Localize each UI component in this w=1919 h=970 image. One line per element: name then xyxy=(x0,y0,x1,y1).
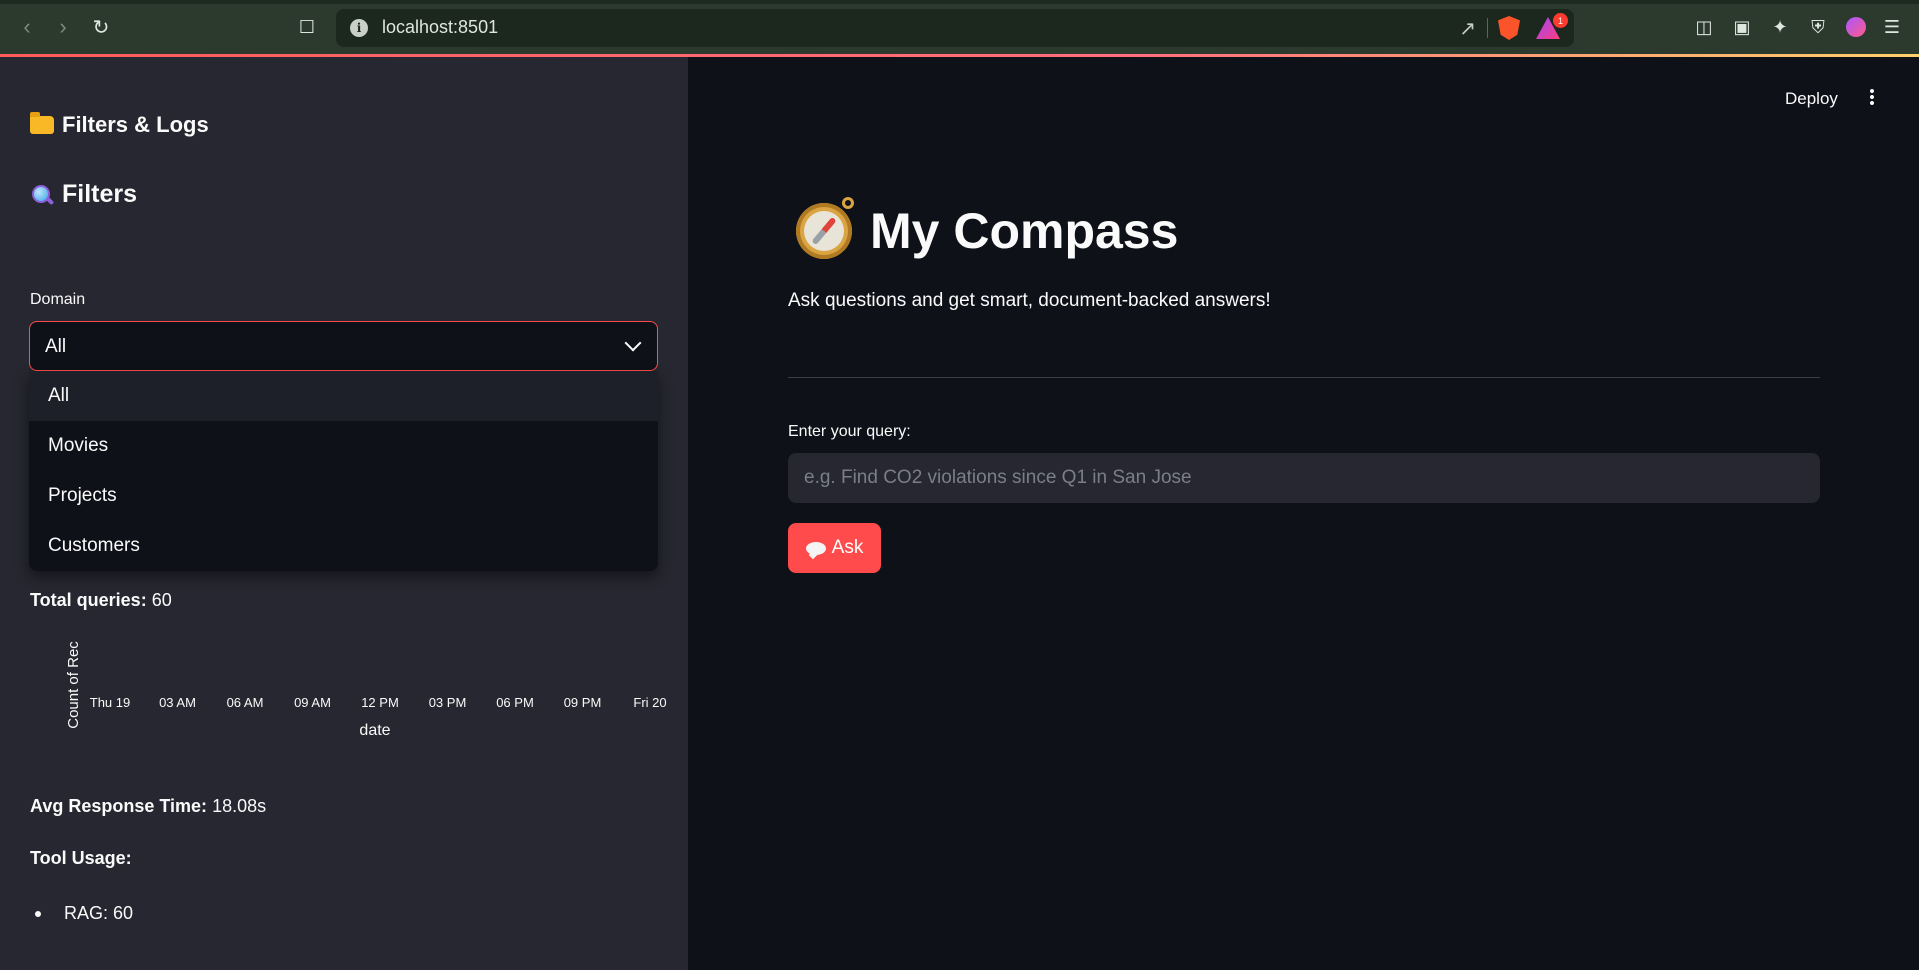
profile-avatar-icon[interactable] xyxy=(1845,16,1867,38)
chart-x-tick: 12 PM xyxy=(361,695,399,710)
bullet-icon xyxy=(35,910,41,917)
total-queries: Total queries: 60 xyxy=(30,590,172,611)
address-bar[interactable]: i localhost:8501 ↗ 1 xyxy=(336,9,1574,47)
domain-dropdown: All Movies Projects Customers xyxy=(29,371,658,571)
divider xyxy=(788,377,1820,378)
bookmark-icon[interactable]: ☐ xyxy=(294,14,320,40)
chart-x-tick: 09 PM xyxy=(564,695,602,710)
sidebar-title-text: Filters & Logs xyxy=(62,112,209,137)
ask-button-label: Ask xyxy=(831,537,864,558)
page-title-text: My Compass xyxy=(870,203,1179,259)
leo-ai-icon[interactable]: ✦ xyxy=(1769,16,1791,38)
menu-icon[interactable]: ☰ xyxy=(1881,16,1903,38)
chart-x-tick: 03 AM xyxy=(159,695,196,710)
tool-usage-heading: Tool Usage: xyxy=(30,848,132,868)
domain-option-movies[interactable]: Movies xyxy=(29,421,658,471)
site-info-icon[interactable]: i xyxy=(350,19,368,37)
compass-icon xyxy=(796,197,854,259)
tool-usage-item: RAG: 60 xyxy=(30,903,133,924)
folder-icon xyxy=(30,112,54,134)
avg-response-label: Avg Response Time: xyxy=(30,796,208,816)
vpn-icon[interactable]: ⛨ xyxy=(1807,16,1829,38)
query-label: Enter your query: xyxy=(788,423,911,440)
domain-label: Domain xyxy=(30,291,86,308)
chevron-down-icon[interactable] xyxy=(624,334,642,352)
filters-heading-text: Filters xyxy=(62,180,138,208)
url-separator xyxy=(1487,18,1488,38)
avg-response-time: Avg Response Time: 18.08s xyxy=(30,796,266,817)
chart-x-tick: 09 AM xyxy=(294,695,331,710)
query-input[interactable] xyxy=(788,453,1820,503)
brave-shields-icon[interactable] xyxy=(1498,16,1520,40)
page-title: My Compass xyxy=(796,197,1179,260)
domain-select[interactable]: All xyxy=(29,321,658,371)
queries-chart: Count of Rec Thu 19 03 AM 06 AM 09 AM 12 PM 0… xyxy=(65,641,667,739)
rewards-badge: 1 xyxy=(1553,13,1568,28)
sidebar-toggle-icon[interactable]: ◫ xyxy=(1693,16,1715,38)
back-icon[interactable]: ‹ xyxy=(14,14,40,40)
chart-x-tick: 03 PM xyxy=(429,695,467,710)
domain-select-value: All xyxy=(45,336,67,357)
speech-bubble-icon xyxy=(805,541,826,555)
share-icon[interactable]: ↗ xyxy=(1459,16,1476,41)
page-subtitle: Ask questions and get smart, document-ba… xyxy=(788,290,1271,311)
reload-icon[interactable]: ↻ xyxy=(88,14,114,40)
wallet-icon[interactable]: ▣ xyxy=(1731,16,1753,38)
ask-button[interactable]: Ask xyxy=(788,523,881,573)
total-queries-value: 60 xyxy=(151,590,172,610)
sidebar-title: Filters & Logs xyxy=(30,112,209,138)
domain-option-customers[interactable]: Customers xyxy=(29,521,658,571)
total-queries-label: Total queries: xyxy=(30,590,147,610)
main-content xyxy=(688,57,1919,970)
chart-x-tick: 06 PM xyxy=(496,695,534,710)
magnifier-icon xyxy=(30,183,54,207)
url-text[interactable]: localhost:8501 xyxy=(382,17,498,38)
filters-heading: Filters xyxy=(30,180,137,209)
chart-x-tick: Fri 20 xyxy=(633,695,666,710)
chart-x-tick: 06 AM xyxy=(227,695,264,710)
domain-option-projects[interactable]: Projects xyxy=(29,471,658,521)
deploy-button[interactable]: Deploy xyxy=(1785,89,1838,109)
chart-y-axis-label: Count of Rec xyxy=(65,641,82,729)
tool-usage-item-text: RAG: 60 xyxy=(64,903,134,923)
forward-icon[interactable]: › xyxy=(50,14,76,40)
chart-x-tick: Thu 19 xyxy=(90,695,130,710)
domain-option-all[interactable]: All xyxy=(29,371,658,421)
kebab-menu-icon[interactable] xyxy=(1870,88,1874,106)
chart-x-axis-label: date xyxy=(359,722,390,739)
avg-response-value: 18.08s xyxy=(212,796,267,816)
